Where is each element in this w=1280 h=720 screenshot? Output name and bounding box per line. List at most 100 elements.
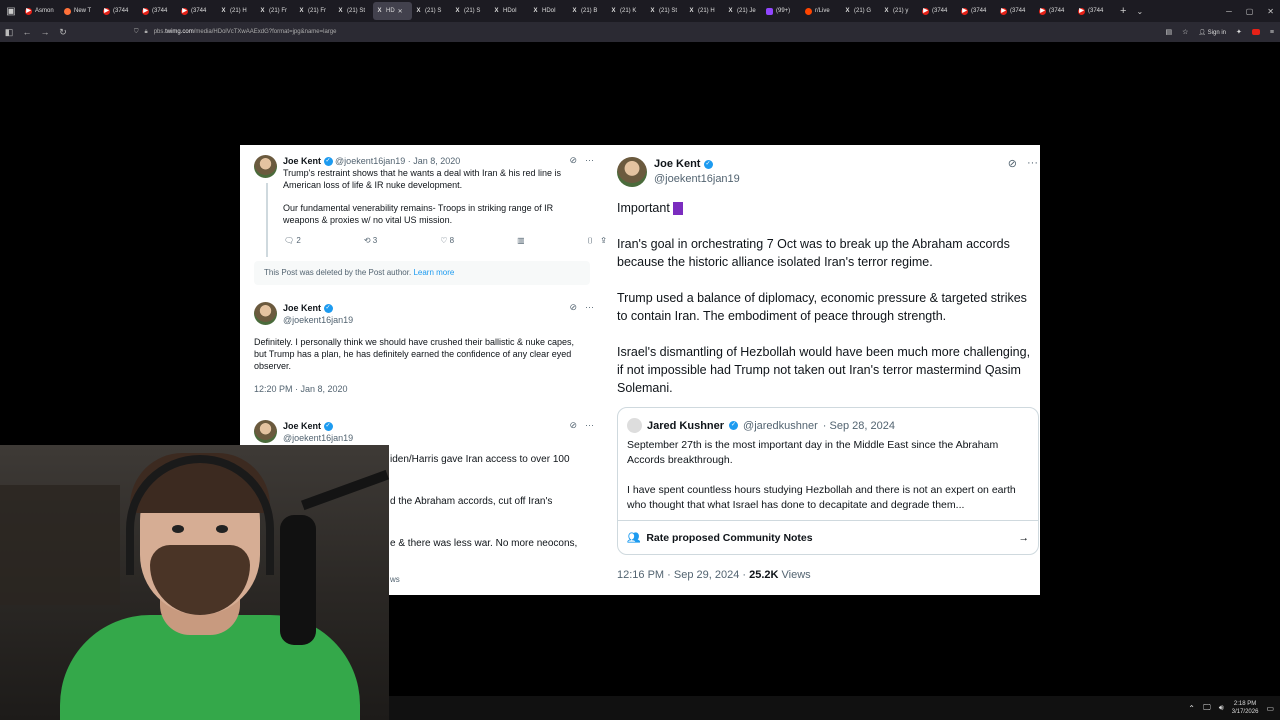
extensions-icon[interactable]: ✦ (1236, 28, 1242, 36)
browser-tab[interactable]: X (21) Fr (256, 2, 295, 20)
tweet-actions: 🗨︎ 2 ⟲ 3 ♡ 8 ▥ ⌷ ⇪ (284, 236, 606, 246)
browser-tab[interactable]: ▶ (3744 (958, 2, 997, 20)
browser-tab[interactable]: X HDoI (490, 2, 529, 20)
tab-label: HD (386, 8, 395, 14)
notification-icon[interactable]: ▭ (1266, 704, 1274, 713)
browser-tab[interactable]: X (21) H (217, 2, 256, 20)
extension-youtube-icon[interactable] (1251, 29, 1260, 35)
browser-tab[interactable]: (99+) (763, 2, 802, 20)
network-icon[interactable]: 🖵︎ (1203, 703, 1211, 713)
tab-label: (3744 (932, 8, 948, 14)
browser-tab[interactable]: X HDoI (529, 2, 568, 20)
grok-icon: ⊘ (1007, 158, 1017, 170)
tab-overflow-chevron-icon[interactable]: ⌄ (1136, 7, 1143, 16)
browser-tab[interactable]: ▶ (3744 (178, 2, 217, 20)
x-icon: X (455, 7, 460, 14)
person-eye-left (172, 525, 184, 533)
browser-tab[interactable]: X (21) S (412, 2, 451, 20)
browser-tab[interactable]: ▶ (3744 (997, 2, 1036, 20)
browser-tab[interactable]: ▶ (3744 (1036, 2, 1075, 20)
twitch-icon (766, 7, 773, 15)
browser-tab[interactable]: X (21) Fr (295, 2, 334, 20)
bookmark-star-icon[interactable]: ☆ (1182, 28, 1188, 36)
tab-label: r/Live (815, 8, 830, 14)
youtube-icon: ▶ (1078, 7, 1085, 15)
tab-label: (21) K (620, 8, 637, 14)
browser-tab[interactable]: X HD ✕ (373, 2, 412, 20)
tab-close-icon[interactable]: ✕ (398, 8, 403, 15)
browser-nav-bar: ◧ ← → ↻ ⛉ 🔒︎ pbs.twimg.com/media/HDolVcT… (0, 22, 1280, 42)
maximize-icon[interactable]: ▢ (1246, 7, 1254, 16)
tab-label: (21) S (425, 8, 442, 14)
repost-icon: ⟲ 3 (363, 236, 378, 245)
taskbar-clock[interactable]: 2:18 PM 3/17/2026 (1232, 700, 1259, 716)
tab-label: (3744 (971, 8, 987, 14)
url-text: pbs.twimg.com/media/HDolVcTXwAAExdG?form… (153, 29, 337, 35)
thread-tweet-1: Joe Kent ✓ @joekent16jan19 · Jan 8, 2020… (254, 155, 606, 246)
url-bar[interactable]: ⛉ 🔒︎ pbs.twimg.com/media/HDolVcTXwAAExdG… (134, 24, 1094, 40)
tray-chevron-icon[interactable]: ⌃ (1188, 704, 1195, 713)
tab-label: (21) H (698, 8, 715, 14)
browser-tab[interactable]: X (21) St (646, 2, 685, 20)
back-arrow-icon[interactable]: ← (18, 27, 36, 37)
browser-tab[interactable]: X (21) H (685, 2, 724, 20)
clock-date: 3/17/2026 (1231, 709, 1259, 715)
minimize-icon[interactable]: ─ (1226, 7, 1232, 16)
menu-icon[interactable]: ≡ (1270, 29, 1274, 36)
clock-time: 2:18 PM (1233, 701, 1257, 707)
x-icon: X (260, 7, 265, 14)
x-icon: X (650, 7, 655, 14)
browser-tab[interactable]: ▶ (3744 (919, 2, 958, 20)
forward-arrow-icon[interactable]: → (36, 27, 54, 37)
tab-label: (21) St (659, 8, 678, 14)
browser-tab[interactable]: X (21) y (880, 2, 919, 20)
author-name: Joe Kent (283, 156, 322, 166)
x-icon: X (416, 7, 421, 14)
youtube-icon: ▶ (1039, 7, 1046, 15)
tweet-date: · Jan 8, 2020 (407, 156, 461, 166)
tab-label: (21) Je (737, 8, 756, 14)
tab-label: (21) Fr (308, 8, 326, 14)
tab-list-icon[interactable]: ▣ (0, 0, 22, 22)
browser-tab[interactable]: New T (61, 2, 100, 20)
browser-tab[interactable]: ▶ (3744 (139, 2, 178, 20)
firefox-icon (64, 7, 71, 15)
quote-paragraph-1: September 27th is the most important day… (627, 439, 999, 466)
browser-tab[interactable]: ▶ (3744 (1075, 2, 1114, 20)
x-icon: X (377, 7, 382, 14)
reddit-icon (805, 7, 812, 15)
browser-tab[interactable]: X (21) G (841, 2, 880, 20)
browser-tab[interactable]: X (21) Je (724, 2, 763, 20)
sidebar-toggle-icon[interactable]: ◧ (0, 27, 18, 38)
volume-icon[interactable]: 🔊︎ (1219, 703, 1224, 713)
tab-label: (3744 (1088, 8, 1104, 14)
tweet-text-fragment-3: e & there was less war. No more neocons, (390, 538, 578, 549)
browser-tab[interactable]: ▶ Asmon (22, 2, 61, 20)
tweet-timestamp: 12:20 PM · Jan 8, 2020 (254, 384, 348, 394)
thread-tweet-2: Joe Kent ✓ @joekent16jan19 ⊘ ··· Definite… (254, 302, 594, 395)
sign-in-button[interactable]: 👤︎ Sign in (1198, 29, 1226, 36)
mic-arm (301, 469, 389, 511)
browser-tab[interactable]: r/Live (802, 2, 841, 20)
author-handle: @joekent16jan19 (654, 173, 740, 185)
verified-badge-icon: ✓ (323, 304, 333, 314)
quote-paragraph-2: I have spent countless hours studying He… (627, 484, 1016, 511)
x-icon: X (338, 7, 343, 14)
tab-label: (3744 (152, 8, 168, 14)
browser-tab[interactable]: X (21) B (568, 2, 607, 20)
close-icon[interactable]: ✕ (1267, 7, 1274, 16)
verified-badge-icon: ✓ (729, 421, 739, 430)
more-icon: ··· (1027, 157, 1038, 169)
new-tab-button[interactable]: + (1120, 5, 1126, 17)
tweet-text-fragment-1: iden/Harris gave Iran access to over 100 (390, 454, 570, 465)
tab-label: (99+) (776, 8, 791, 14)
browser-tab[interactable]: X (21) St (334, 2, 373, 20)
reader-view-icon[interactable]: ▤ (1165, 28, 1172, 36)
author-handle: @joekent16jan19 (283, 315, 354, 325)
browser-tab[interactable]: ▶ (3744 (100, 2, 139, 20)
x-icon: X (221, 7, 226, 14)
browser-tab[interactable]: X (21) S (451, 2, 490, 20)
browser-tab[interactable]: X (21) K (607, 2, 646, 20)
reload-icon[interactable]: ↻ (54, 27, 72, 38)
quoted-tweet: Jared Kushner ✓ @jaredkushner · Sep 28, … (617, 407, 1039, 555)
